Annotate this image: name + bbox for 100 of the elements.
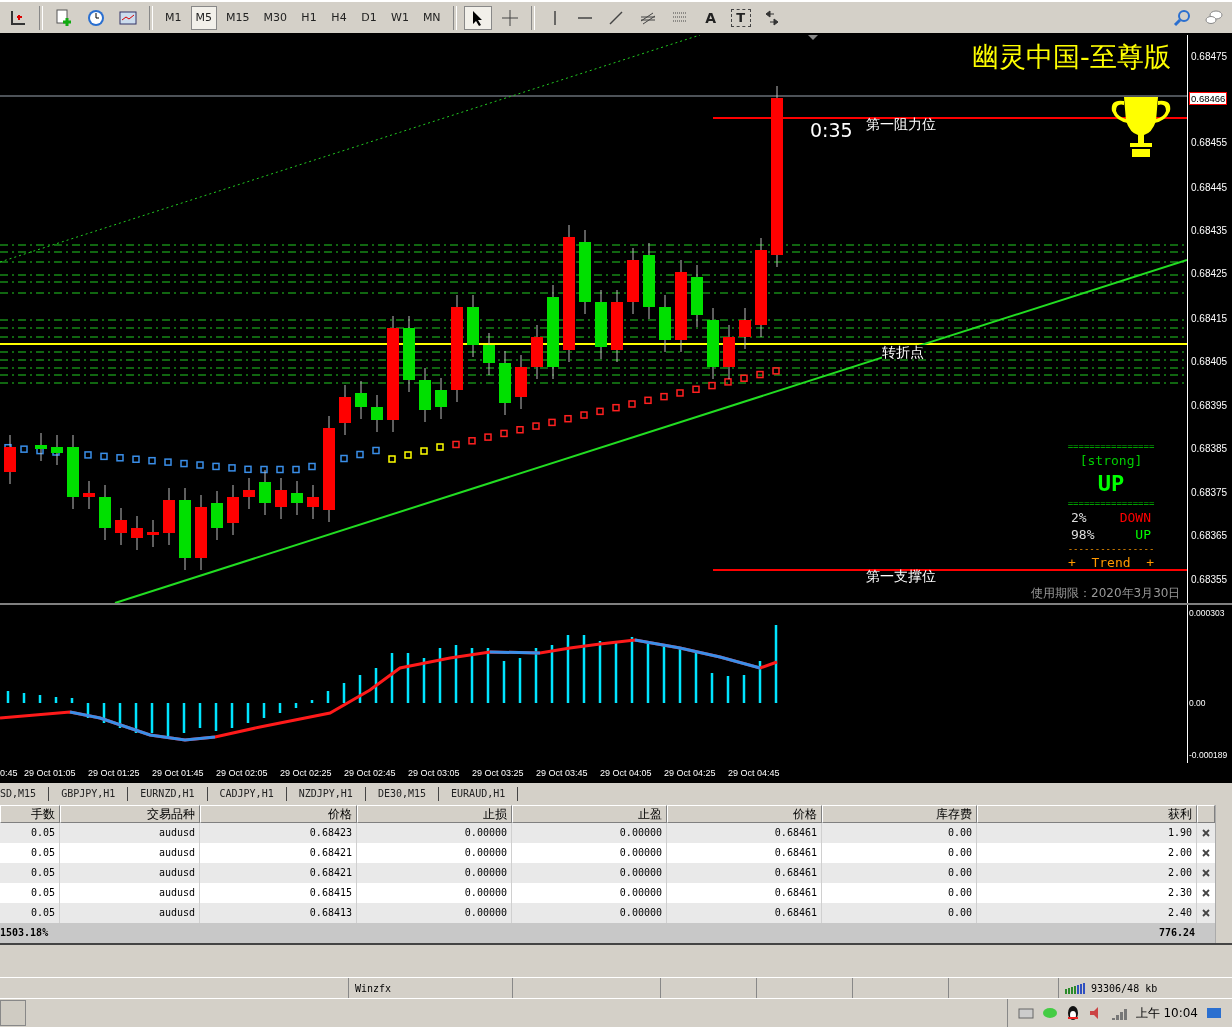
table-cell: 0.00000	[512, 903, 667, 923]
table-cell: 0.68461	[667, 863, 822, 883]
price-tick: 0.68355	[1191, 573, 1228, 585]
trend-text: + Trend +	[1067, 555, 1155, 573]
timeframe-button[interactable]: M30	[258, 5, 292, 30]
chart-tab[interactable]: EURAUD,H1	[439, 787, 519, 801]
price-tick: 0.68455	[1191, 136, 1228, 148]
time-tick: 29 Oct 01:45	[152, 768, 205, 778]
column-header[interactable]: 交易品种	[60, 805, 200, 823]
table-cell: 0.00	[822, 863, 977, 883]
table-cell: 0.05	[0, 823, 60, 843]
pivot-label: 转折点	[882, 345, 924, 359]
price-tick: 0.68375	[1191, 486, 1228, 498]
price-tick: 0.68425	[1191, 267, 1228, 279]
column-header[interactable]: 止盈	[512, 805, 667, 823]
table-cell: 0.05	[0, 863, 60, 883]
timeframe-button[interactable]: W1	[386, 5, 414, 30]
up-label: UP	[1135, 526, 1151, 544]
oscillator-tick: 0.000303	[1189, 608, 1225, 618]
price-tick: 0.68445	[1191, 181, 1228, 193]
column-header[interactable]: 价格	[667, 805, 822, 823]
table-cell: 0.68461	[667, 903, 822, 923]
column-header[interactable]: 手数	[0, 805, 60, 823]
strength-text: [strong]	[1079, 452, 1143, 470]
table-cell: 0.00000	[512, 863, 667, 883]
up-percent: 98%	[1071, 526, 1095, 544]
timeframe-button[interactable]: M5	[190, 5, 217, 30]
table-cell: 0.00000	[357, 903, 512, 923]
table-cell: 0.00000	[357, 823, 512, 843]
table-cell: 0.00000	[512, 823, 667, 843]
table-cell: 0.68421	[200, 863, 357, 883]
support-label: 第一支撑位	[866, 568, 936, 586]
traffic-text: 93306/48 kb	[1091, 982, 1158, 994]
time-tick: 29 Oct 03:05	[408, 768, 461, 778]
down-percent: 2%	[1071, 509, 1087, 527]
table-cell: 2.00	[977, 863, 1197, 883]
chart-tab[interactable]: SD,M15	[0, 787, 50, 801]
column-header[interactable]: 获利	[977, 805, 1197, 823]
license-expiry-text: 使用期限：2020年3月30日	[1031, 586, 1181, 600]
time-tick: 29 Oct 04:25	[664, 768, 717, 778]
table-cell: 2.40	[977, 903, 1197, 923]
chart-tab[interactable]: DE30,M15	[365, 787, 440, 801]
chart-tab[interactable]: GBPJPY,H1	[49, 787, 129, 801]
table-cell: 0.68413	[200, 903, 357, 923]
separator-text: ================	[1067, 441, 1155, 453]
time-tick: 29 Oct 03:25	[472, 768, 525, 778]
balance-percent: 1503.18%	[0, 926, 49, 940]
current-price-tag: 0.68466	[1189, 92, 1228, 105]
table-cell: 0.00	[822, 903, 977, 923]
timeframe-button[interactable]: M15	[221, 5, 255, 30]
price-tick: 0.68475	[1191, 50, 1228, 62]
price-tick: 0.68435	[1191, 224, 1228, 236]
resistance-label: 第一阻力位	[866, 116, 936, 134]
table-cell: 0.05	[0, 903, 60, 923]
timeframe-button[interactable]: MN	[417, 5, 446, 30]
timeframe-button[interactable]: H1	[296, 5, 322, 30]
timeframe-button[interactable]: H4	[326, 5, 352, 30]
table-cell: 0.68461	[667, 823, 822, 843]
price-tick: 0.68405	[1191, 355, 1228, 367]
chart-tab[interactable]: NZDJPY,H1	[286, 787, 366, 801]
table-cell: 1.90	[977, 823, 1197, 843]
price-tick: 0.68415	[1191, 312, 1228, 324]
table-cell: 0.00000	[357, 863, 512, 883]
table-cell: audusd	[60, 863, 200, 883]
chart-tab[interactable]: EURNZD,H1	[128, 787, 208, 801]
time-tick: 29 Oct 04:45	[728, 768, 781, 778]
server-name: Winzfx	[355, 982, 392, 994]
oscillator-tick: -0.000189	[1189, 750, 1228, 760]
time-tick: 29 Oct 02:05	[216, 768, 269, 778]
text-label-button[interactable]: T	[727, 5, 754, 30]
chart-tab[interactable]: CADJPY,H1	[207, 787, 287, 801]
column-header[interactable]: 价格	[200, 805, 357, 823]
column-header[interactable]: 库存费	[822, 805, 977, 823]
trend-direction: UP	[1097, 469, 1125, 498]
oscillator-tick: 0.00	[1189, 698, 1206, 708]
table-cell: audusd	[60, 823, 200, 843]
time-tick: 29 Oct 02:45	[344, 768, 397, 778]
column-header[interactable]: 止损	[357, 805, 512, 823]
taskbar-clock[interactable]: 上午 10:04	[1135, 1004, 1198, 1022]
table-cell: 0.00	[822, 823, 977, 843]
countdown-timer: 0:35	[810, 119, 853, 141]
time-tick: 0:45	[0, 768, 19, 778]
time-tick: 29 Oct 01:25	[88, 768, 141, 778]
timeframe-button[interactable]: D1	[356, 5, 382, 30]
separator-text: ----------------	[1067, 543, 1155, 556]
indicator-title: 幽灵中国-至尊版	[972, 40, 1171, 74]
time-tick: 29 Oct 01:05	[24, 768, 77, 778]
separator-text: ================	[1067, 498, 1155, 510]
table-cell: 0.68423	[200, 823, 357, 843]
down-label: DOWN	[1119, 509, 1151, 527]
time-tick: 29 Oct 02:25	[280, 768, 333, 778]
price-tick: 0.68385	[1191, 442, 1228, 454]
timeframe-button[interactable]: M1	[160, 5, 187, 30]
price-tick: 0.68395	[1191, 399, 1228, 411]
text-tool-button[interactable]: A	[697, 5, 724, 30]
time-tick: 29 Oct 03:45	[536, 768, 589, 778]
total-profit: 776.24	[1158, 926, 1195, 940]
time-tick: 29 Oct 04:05	[600, 768, 653, 778]
price-tick: 0.68365	[1191, 529, 1228, 541]
table-cell: audusd	[60, 903, 200, 923]
